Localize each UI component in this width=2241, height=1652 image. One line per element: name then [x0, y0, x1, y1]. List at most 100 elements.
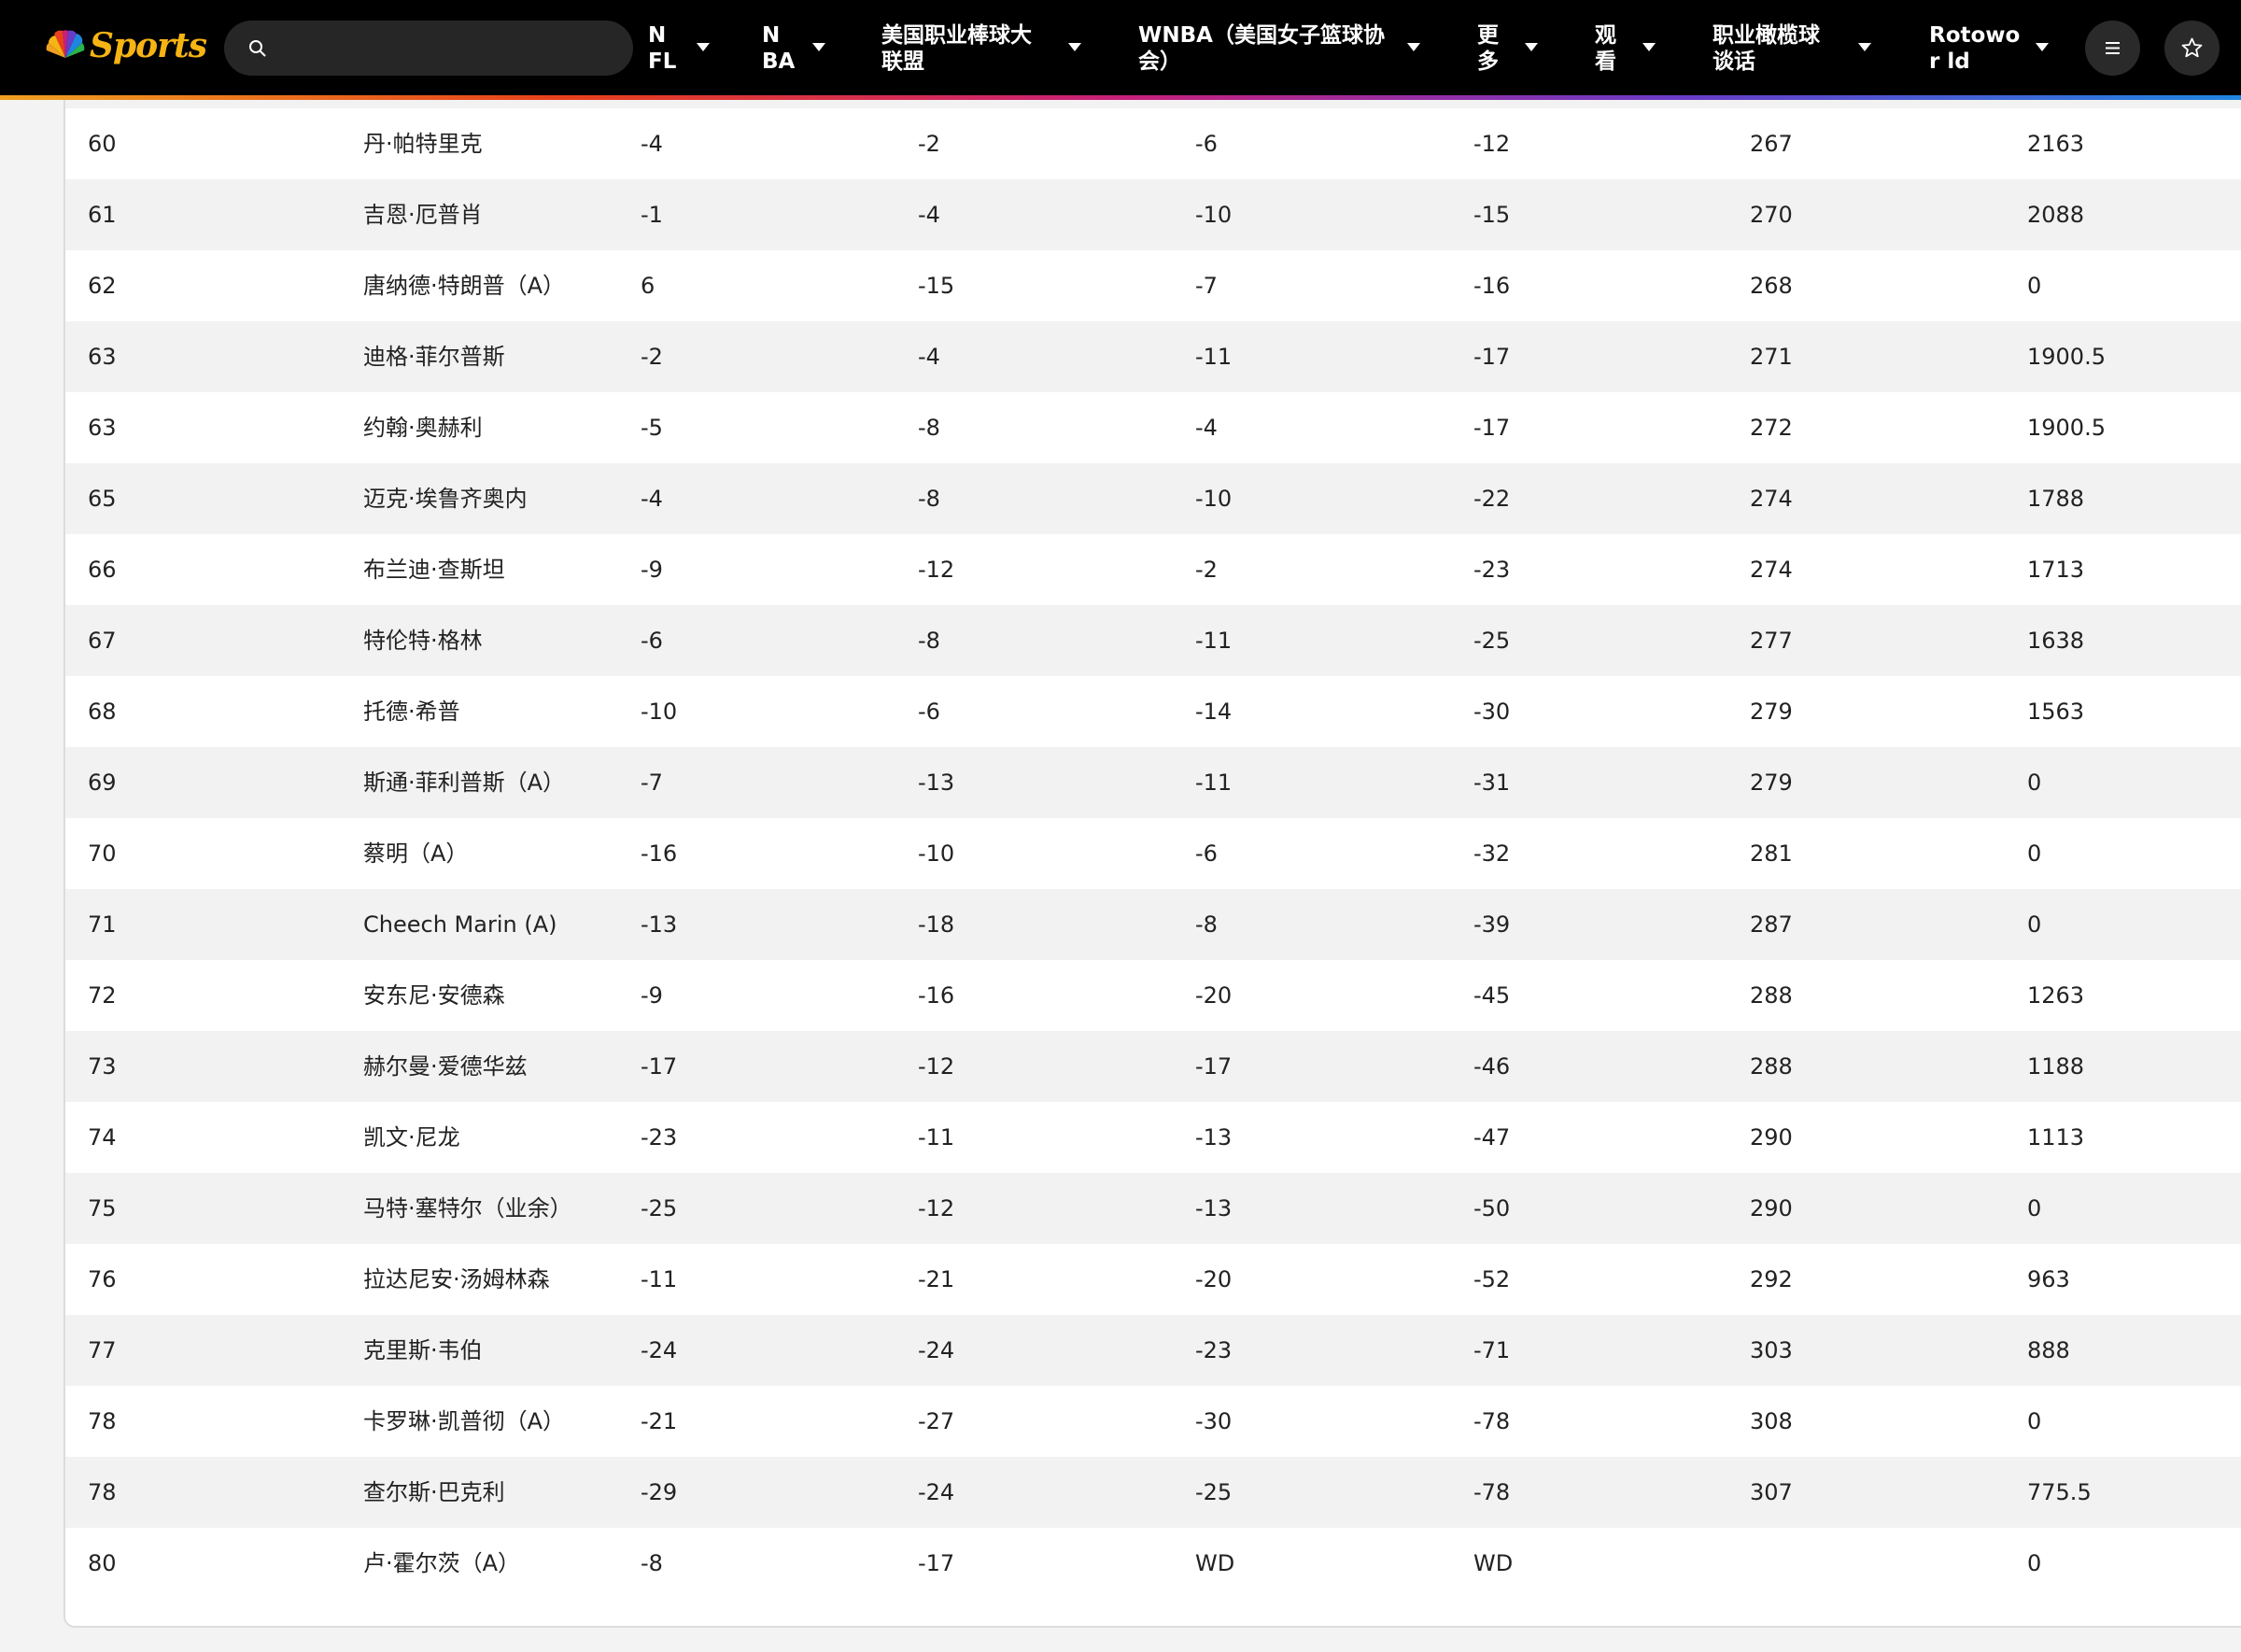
player-cell: 托德·希普: [363, 699, 460, 725]
total-cell: -39: [1473, 911, 1511, 938]
table-row: 75 马特·塞特尔（业余） -25 -12 -13 -50 290 0: [65, 1173, 2241, 1244]
chevron-down-icon: [1068, 43, 1081, 51]
menu-button[interactable]: [2085, 21, 2140, 76]
table-row: 63 迪格·菲尔普斯 -2 -4 -11 -17 271 1900.5: [65, 321, 2241, 392]
position-cell: 78: [88, 1408, 117, 1434]
points-cell: 0: [2027, 1408, 2042, 1434]
table-row: 78 卡罗琳·凯普彻（A） -21 -27 -30 -78 308 0: [65, 1386, 2241, 1457]
points-cell: 1188: [2027, 1053, 2085, 1080]
round-3-cell: -8: [1195, 911, 1218, 938]
points-cell: 775.5: [2027, 1479, 2092, 1505]
search-box[interactable]: [224, 21, 633, 76]
player-cell: 卡罗琳·凯普彻（A）: [363, 1408, 566, 1434]
round-2-cell: -12: [918, 1053, 955, 1080]
points-cell: 1263: [2027, 982, 2085, 1009]
round-2-cell: -24: [918, 1479, 955, 1505]
nav-nfl[interactable]: NFL: [648, 22, 710, 75]
round-3-cell: -11: [1195, 344, 1233, 370]
strokes-cell: 303: [1750, 1337, 1793, 1363]
round-3-cell: -7: [1195, 273, 1218, 299]
round-2-cell: -8: [918, 415, 940, 441]
round-2-cell: -24: [918, 1337, 955, 1363]
nav-nba[interactable]: NBA: [762, 22, 825, 75]
round-3-cell: -25: [1195, 1479, 1233, 1505]
total-cell: -71: [1473, 1337, 1511, 1363]
player-cell: 查尔斯·巴克利: [363, 1479, 505, 1505]
round-2-cell: -13: [918, 770, 955, 796]
nav-pft[interactable]: 职业橄榄球谈话: [1712, 22, 1871, 75]
round-3-cell: -6: [1195, 131, 1218, 157]
round-3-cell: -11: [1195, 628, 1233, 654]
nav-more-label: 更多: [1477, 23, 1499, 74]
round-1-cell: -8: [641, 1550, 663, 1576]
points-cell: 0: [2027, 840, 2042, 867]
points-cell: 0: [2027, 770, 2042, 796]
round-1-cell: -29: [641, 1479, 678, 1505]
strokes-cell: 271: [1750, 344, 1793, 370]
round-1-cell: 6: [641, 273, 655, 299]
position-cell: 63: [88, 344, 117, 370]
position-cell: 72: [88, 982, 117, 1009]
round-1-cell: -23: [641, 1124, 678, 1151]
round-2-cell: -8: [918, 628, 940, 654]
search-input[interactable]: [280, 30, 620, 68]
chevron-down-icon: [1525, 43, 1538, 51]
strokes-cell: 272: [1750, 415, 1793, 441]
position-cell: 78: [88, 1479, 117, 1505]
player-cell: 特伦特·格林: [363, 628, 483, 654]
nav-watch[interactable]: 观看: [1595, 22, 1656, 75]
position-cell: 69: [88, 770, 117, 796]
position-cell: 76: [88, 1266, 117, 1292]
total-cell: -15: [1473, 202, 1511, 228]
round-2-cell: -16: [918, 982, 955, 1009]
total-cell: -30: [1473, 699, 1511, 725]
round-3-cell: -23: [1195, 1337, 1233, 1363]
round-2-cell: -4: [918, 202, 940, 228]
round-3-cell: -10: [1195, 486, 1233, 512]
position-cell: 66: [88, 557, 117, 583]
player-cell: 吉恩·厄普肖: [363, 202, 483, 228]
total-cell: -52: [1473, 1266, 1511, 1292]
total-cell: -16: [1473, 273, 1511, 299]
strokes-cell: 281: [1750, 840, 1793, 867]
round-1-cell: -6: [641, 628, 663, 654]
round-2-cell: -8: [918, 486, 940, 512]
nbc-sports-logo[interactable]: Sports: [45, 26, 207, 69]
round-2-cell: -10: [918, 840, 955, 867]
nav-wnba[interactable]: WNBA（美国女子篮球协会）: [1138, 22, 1420, 75]
round-2-cell: -12: [918, 1195, 955, 1221]
round-1-cell: -17: [641, 1053, 678, 1080]
round-3-cell: -14: [1195, 699, 1233, 725]
total-cell: -12: [1473, 131, 1511, 157]
round-1-cell: -11: [641, 1266, 678, 1292]
brand-accent-stripe: [0, 95, 2241, 100]
round-3-cell: -11: [1195, 770, 1233, 796]
chevron-down-icon: [812, 43, 825, 51]
position-cell: 73: [88, 1053, 117, 1080]
total-cell: -22: [1473, 486, 1511, 512]
round-1-cell: -9: [641, 557, 663, 583]
player-cell: 克里斯·韦伯: [363, 1337, 483, 1363]
player-cell: 布兰迪·查斯坦: [363, 557, 505, 583]
table-row: 61 吉恩·厄普肖 -1 -4 -10 -15 270 2088: [65, 179, 2241, 250]
nav-more[interactable]: 更多: [1477, 22, 1538, 75]
points-cell: 1638: [2027, 628, 2085, 654]
table-row: 63 约翰·奥赫利 -5 -8 -4 -17 272 1900.5: [65, 392, 2241, 463]
nav-mlb[interactable]: 美国职业棒球大联盟: [881, 22, 1081, 75]
strokes-cell: 279: [1750, 770, 1793, 796]
logo-wordmark: Sports: [90, 26, 207, 65]
points-cell: 0: [2027, 1550, 2042, 1576]
total-cell: -25: [1473, 628, 1511, 654]
position-cell: 71: [88, 911, 117, 938]
total-cell: -31: [1473, 770, 1511, 796]
chevron-down-icon: [1642, 43, 1656, 51]
round-2-cell: -2: [918, 131, 940, 157]
position-cell: 80: [88, 1550, 117, 1576]
strokes-cell: 277: [1750, 628, 1793, 654]
round-1-cell: -4: [641, 131, 663, 157]
player-cell: 马特·塞特尔（业余）: [363, 1195, 572, 1221]
favorites-button[interactable]: [2164, 21, 2220, 76]
position-cell: 63: [88, 415, 117, 441]
nav-rotoworld[interactable]: Rotowor ld: [1929, 22, 2049, 75]
round-1-cell: -7: [641, 770, 663, 796]
